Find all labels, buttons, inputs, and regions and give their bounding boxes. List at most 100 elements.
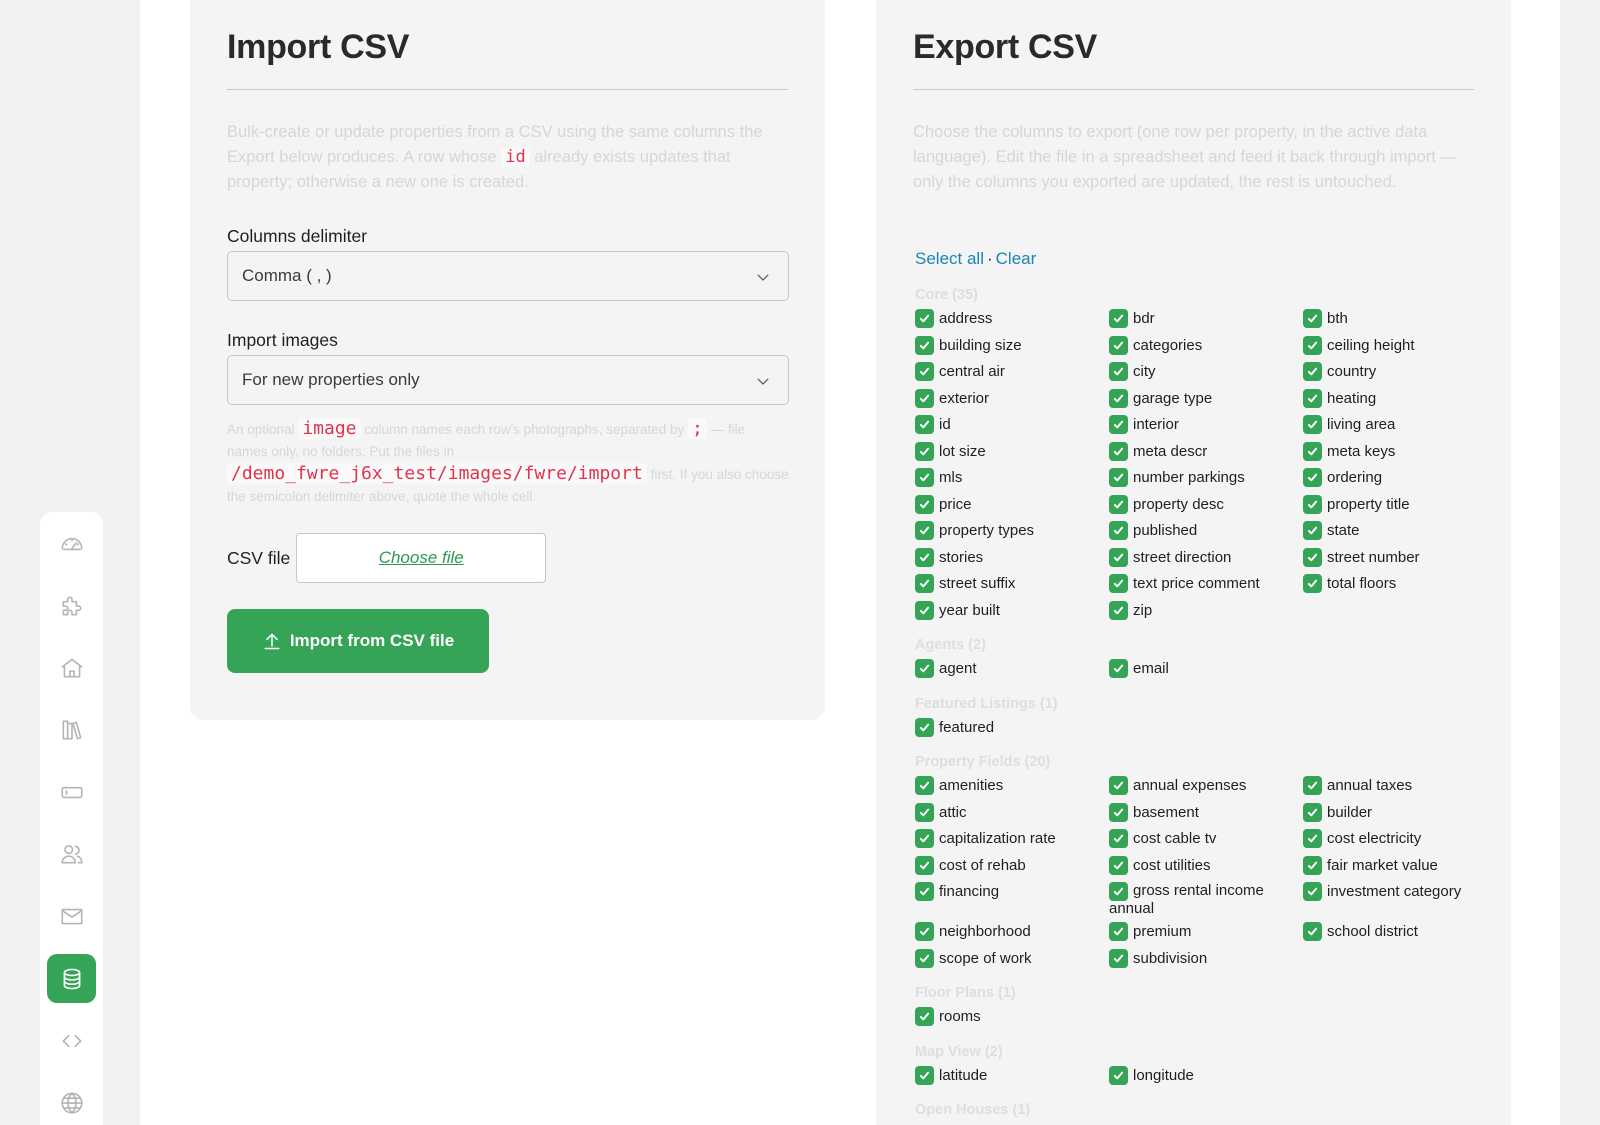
checkbox-checked[interactable] — [1303, 494, 1322, 514]
clear-link[interactable]: Clear — [996, 249, 1037, 268]
checkbox-checked[interactable] — [915, 468, 934, 487]
column-checkbox[interactable]: scope of work — [915, 948, 1109, 972]
checkbox-checked[interactable] — [1109, 1065, 1128, 1085]
column-checkbox[interactable]: subdivision — [1109, 948, 1303, 972]
checkbox-checked[interactable] — [915, 521, 934, 540]
column-checkbox[interactable]: cost utilities — [1109, 855, 1303, 879]
import-images-select[interactable]: For new properties only — [227, 355, 789, 405]
checkbox-checked[interactable] — [1303, 802, 1322, 822]
column-checkbox[interactable]: garage type — [1109, 388, 1303, 412]
sidebar-item-catalog[interactable] — [47, 705, 96, 754]
checkbox-checked[interactable] — [915, 948, 934, 968]
column-checkbox[interactable]: email — [1109, 659, 1303, 682]
checkbox-checked[interactable] — [1109, 309, 1128, 328]
column-checkbox[interactable]: stories — [915, 547, 1109, 571]
checkbox-checked[interactable] — [1303, 574, 1322, 593]
column-checkbox[interactable]: gross rental income annual — [1109, 882, 1303, 918]
import-from-csv-button[interactable]: Import from CSV file — [227, 609, 489, 673]
checkbox-checked[interactable] — [1303, 776, 1322, 795]
checkbox-checked[interactable] — [915, 362, 934, 381]
checkbox-checked[interactable] — [1303, 855, 1322, 875]
column-checkbox[interactable]: annual taxes — [1303, 776, 1485, 799]
checkbox-checked[interactable] — [915, 855, 934, 875]
checkbox-checked[interactable] — [1303, 882, 1322, 901]
column-checkbox[interactable]: property desc — [1109, 494, 1303, 518]
checkbox-checked[interactable] — [1109, 335, 1128, 355]
checkbox-checked[interactable] — [915, 415, 934, 434]
checkbox-checked[interactable] — [1303, 415, 1322, 434]
checkbox-checked[interactable] — [1303, 521, 1322, 540]
checkbox-checked[interactable] — [1109, 547, 1128, 567]
checkbox-checked[interactable] — [1109, 362, 1128, 381]
sidebar-item-agents[interactable] — [47, 829, 96, 878]
column-checkbox[interactable]: interior — [1109, 415, 1303, 438]
checkbox-checked[interactable] — [1303, 388, 1322, 408]
checkbox-checked[interactable] — [915, 600, 934, 620]
column-checkbox[interactable]: cost cable tv — [1109, 829, 1303, 852]
column-checkbox[interactable]: central air — [915, 362, 1109, 385]
checkbox-checked[interactable] — [1109, 388, 1128, 408]
checkbox-checked[interactable] — [915, 922, 934, 941]
checkbox-checked[interactable] — [915, 335, 934, 355]
column-checkbox[interactable]: financing — [915, 882, 1109, 918]
checkbox-checked[interactable] — [1303, 922, 1322, 941]
checkbox-checked[interactable] — [1109, 441, 1128, 461]
column-checkbox[interactable]: fair market value — [1303, 855, 1485, 879]
column-checkbox[interactable]: number parkings — [1109, 468, 1303, 491]
checkbox-checked[interactable] — [1109, 922, 1128, 941]
column-checkbox[interactable]: cost electricity — [1303, 829, 1485, 852]
checkbox-checked[interactable] — [1109, 494, 1128, 514]
checkbox-checked[interactable] — [915, 659, 934, 678]
checkbox-checked[interactable] — [1109, 468, 1128, 487]
column-checkbox[interactable]: premium — [1109, 922, 1303, 945]
column-checkbox[interactable]: meta descr — [1109, 441, 1303, 465]
checkbox-checked[interactable] — [1109, 600, 1128, 620]
column-checkbox[interactable]: neighborhood — [915, 922, 1109, 945]
checkbox-checked[interactable] — [1109, 574, 1128, 593]
checkbox-checked[interactable] — [915, 829, 934, 848]
column-checkbox[interactable]: investment category — [1303, 882, 1485, 918]
checkbox-checked[interactable] — [915, 441, 934, 461]
column-checkbox[interactable]: bdr — [1109, 309, 1303, 332]
column-checkbox[interactable]: builder — [1303, 802, 1485, 826]
checkbox-checked[interactable] — [915, 547, 934, 567]
column-checkbox[interactable]: rooms — [915, 1007, 1109, 1030]
sidebar-item-messages[interactable] — [47, 891, 96, 940]
checkbox-checked[interactable] — [915, 802, 934, 822]
column-checkbox[interactable]: street number — [1303, 547, 1485, 571]
column-checkbox[interactable]: lot size — [915, 441, 1109, 465]
column-checkbox[interactable]: categories — [1109, 335, 1303, 359]
delimiter-select[interactable]: Comma ( , ) — [227, 251, 789, 301]
checkbox-checked[interactable] — [1109, 948, 1128, 968]
checkbox-checked[interactable] — [915, 388, 934, 408]
column-checkbox[interactable]: address — [915, 309, 1109, 332]
column-checkbox[interactable]: agent — [915, 659, 1109, 682]
column-checkbox[interactable]: street direction — [1109, 547, 1303, 571]
column-checkbox[interactable]: cost of rehab — [915, 855, 1109, 879]
column-checkbox[interactable]: annual expenses — [1109, 776, 1303, 799]
column-checkbox[interactable]: latitude — [915, 1065, 1109, 1089]
checkbox-checked[interactable] — [1303, 468, 1322, 487]
sidebar-item-banners[interactable] — [47, 767, 96, 816]
column-checkbox[interactable]: featured — [915, 717, 1109, 741]
checkbox-checked[interactable] — [1109, 855, 1128, 875]
checkbox-checked[interactable] — [915, 1065, 934, 1085]
sidebar-item-languages[interactable] — [47, 1078, 96, 1125]
checkbox-checked[interactable] — [1109, 415, 1128, 434]
column-checkbox[interactable]: bth — [1303, 309, 1485, 332]
choose-file-button[interactable]: Choose file — [296, 533, 547, 583]
column-checkbox[interactable]: ordering — [1303, 468, 1485, 491]
sidebar-item-embed[interactable] — [47, 1016, 96, 1065]
column-checkbox[interactable]: year built — [915, 600, 1109, 624]
checkbox-checked[interactable] — [1303, 362, 1322, 381]
checkbox-checked[interactable] — [915, 1007, 934, 1026]
sidebar-item-dashboard[interactable] — [47, 519, 96, 568]
checkbox-checked[interactable] — [915, 717, 934, 737]
column-checkbox[interactable]: property title — [1303, 494, 1485, 518]
column-checkbox[interactable]: meta keys — [1303, 441, 1485, 465]
checkbox-checked[interactable] — [1303, 829, 1322, 848]
column-checkbox[interactable]: heating — [1303, 388, 1485, 412]
checkbox-checked[interactable] — [1303, 441, 1322, 461]
checkbox-checked[interactable] — [1109, 659, 1128, 678]
column-checkbox[interactable]: published — [1109, 521, 1303, 544]
